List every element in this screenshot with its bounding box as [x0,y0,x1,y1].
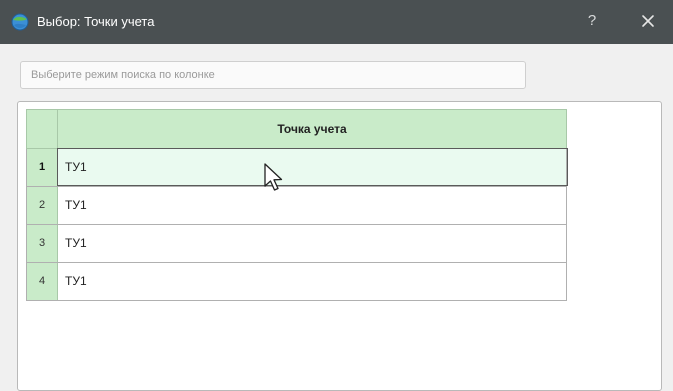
row-number[interactable]: 1 [27,149,58,186]
selection-outline [57,148,568,186]
dialog-window: Выбор: Точки учета ? Точка учета 1 ТУ1 2… [0,0,673,391]
close-icon [642,15,654,27]
row-number[interactable]: 3 [27,225,58,262]
table-row[interactable]: 2 ТУ1 [26,187,567,225]
corner-cell[interactable] [27,110,58,148]
row-cell[interactable]: ТУ1 [65,225,87,262]
close-button[interactable] [636,10,660,32]
table-header: Точка учета [26,109,567,149]
title-bar[interactable]: Выбор: Точки учета ? [0,0,673,44]
table-panel: Точка учета 1 ТУ1 2 ТУ1 3 ТУ1 4 ТУ1 [17,101,662,391]
help-button[interactable]: ? [583,10,601,32]
row-cell[interactable]: ТУ1 [65,149,87,186]
table-row[interactable]: 3 ТУ1 [26,225,567,263]
window-title: Выбор: Точки учета [37,14,155,29]
row-number[interactable]: 2 [27,187,58,224]
row-number[interactable]: 4 [27,263,58,300]
app-globe-icon [11,13,29,31]
table-row[interactable]: 4 ТУ1 [26,263,567,301]
search-input[interactable] [20,61,526,89]
table-row[interactable]: 1 ТУ1 [26,148,568,187]
row-cell[interactable]: ТУ1 [65,263,87,300]
data-grid: Точка учета 1 ТУ1 2 ТУ1 3 ТУ1 4 ТУ1 [26,109,568,301]
row-cell[interactable]: ТУ1 [65,187,87,224]
column-header[interactable]: Точка учета [58,110,566,148]
